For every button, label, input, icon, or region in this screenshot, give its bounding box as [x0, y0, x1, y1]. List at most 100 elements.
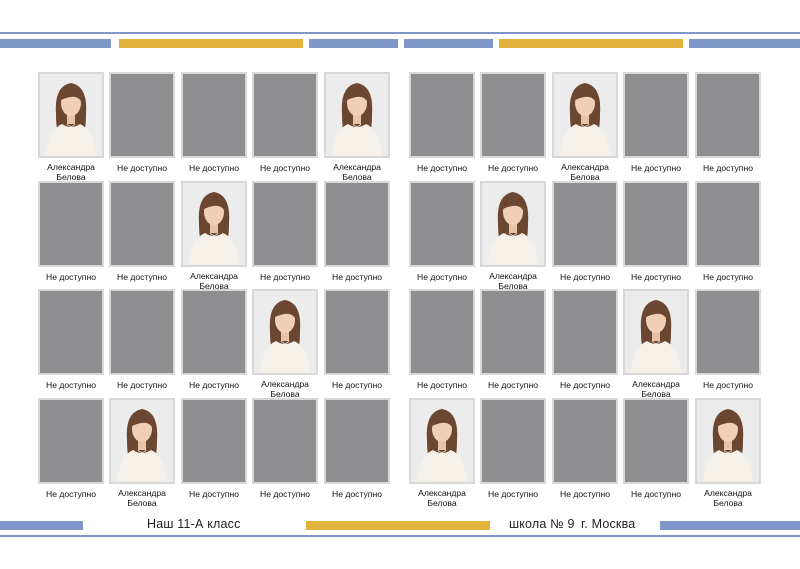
student-photo — [409, 398, 475, 484]
unavailable-label: Не доступно — [260, 272, 310, 282]
student-card: Александра Белова — [38, 72, 104, 182]
student-photo — [252, 289, 318, 375]
unavailable-card: Не доступно — [252, 181, 318, 283]
unavailable-card: Не доступно — [623, 398, 689, 500]
unavailable-label: Не доступно — [417, 163, 467, 173]
unavailable-card: Не доступно — [552, 289, 618, 391]
unavailable-card: Не доступно — [38, 289, 104, 391]
unavailable-card: Не доступно — [252, 398, 318, 500]
student-photo — [695, 398, 761, 484]
photo-placeholder — [552, 181, 618, 267]
photo-placeholder — [409, 181, 475, 267]
photo-placeholder — [38, 289, 104, 375]
photo-placeholder — [181, 72, 247, 158]
photo-placeholder — [324, 289, 390, 375]
class-title: Наш 11-А класс — [147, 517, 241, 531]
unavailable-card: Не доступно — [695, 289, 761, 391]
photo-placeholder — [695, 289, 761, 375]
student-photo — [480, 181, 546, 267]
unavailable-label: Не доступно — [703, 380, 753, 390]
photo-placeholder — [409, 289, 475, 375]
photo-placeholder — [480, 398, 546, 484]
unavailable-card: Не доступно — [38, 181, 104, 283]
student-card: Александра Белова — [181, 181, 247, 291]
unavailable-card: Не доступно — [623, 72, 689, 174]
photo-placeholder — [480, 289, 546, 375]
student-card: Александра Белова — [252, 289, 318, 399]
student-photo — [38, 72, 104, 158]
unavailable-card: Не доступно — [409, 72, 475, 174]
unavailable-card: Не доступно — [324, 398, 390, 500]
student-name: Александра Белова — [333, 162, 381, 182]
student-name: Александра Белова — [704, 488, 752, 508]
unavailable-card: Не доступно — [324, 289, 390, 391]
unavailable-label: Не доступно — [560, 272, 610, 282]
school-name: школа № 9 — [509, 517, 575, 531]
unavailable-card: Не доступно — [695, 72, 761, 174]
student-name: Александра Белова — [118, 488, 166, 508]
top-bar-gold-1 — [119, 39, 303, 48]
unavailable-card: Не доступно — [695, 181, 761, 283]
student-card: Александра Белова — [109, 398, 175, 508]
unavailable-card: Не доступно — [109, 289, 175, 391]
city-name: г. Москва — [581, 517, 636, 531]
unavailable-label: Не доступно — [488, 489, 538, 499]
unavailable-card: Не доступно — [480, 398, 546, 500]
photo-placeholder — [181, 398, 247, 484]
unavailable-label: Не доступно — [560, 489, 610, 499]
student-name: Александра Белова — [47, 162, 95, 182]
unavailable-label: Не доступно — [46, 380, 96, 390]
photo-placeholder — [409, 72, 475, 158]
unavailable-label: Не доступно — [189, 489, 239, 499]
unavailable-card: Не доступно — [109, 181, 175, 283]
unavailable-label: Не доступно — [189, 163, 239, 173]
unavailable-label: Не доступно — [332, 489, 382, 499]
unavailable-label: Не доступно — [417, 272, 467, 282]
bottom-bar-blue-1 — [0, 521, 83, 530]
photo-placeholder — [38, 181, 104, 267]
student-card: Александра Белова — [623, 289, 689, 399]
photo-placeholder — [324, 398, 390, 484]
unavailable-label: Не доступно — [332, 272, 382, 282]
unavailable-card: Не доступно — [181, 72, 247, 174]
student-name: Александра Белова — [261, 379, 309, 399]
student-photo — [324, 72, 390, 158]
top-bar-blue-3 — [404, 39, 493, 48]
student-photo — [552, 72, 618, 158]
top-bar-blue-1 — [0, 39, 111, 48]
photo-placeholder — [252, 181, 318, 267]
unavailable-label: Не доступно — [703, 272, 753, 282]
student-card: Александра Белова — [409, 398, 475, 508]
unavailable-label: Не доступно — [46, 272, 96, 282]
bottom-bar-gold — [306, 521, 490, 530]
photo-placeholder — [181, 289, 247, 375]
unavailable-label: Не доступно — [560, 380, 610, 390]
unavailable-card: Не доступно — [38, 398, 104, 500]
photo-placeholder — [623, 72, 689, 158]
unavailable-card: Не доступно — [480, 72, 546, 174]
student-card: Александра Белова — [480, 181, 546, 291]
photo-placeholder — [623, 181, 689, 267]
unavailable-card: Не доступно — [252, 72, 318, 174]
unavailable-label: Не доступно — [189, 380, 239, 390]
unavailable-card: Не доступно — [181, 289, 247, 391]
student-photo — [109, 398, 175, 484]
unavailable-label: Не доступно — [260, 163, 310, 173]
student-name: Александра Белова — [418, 488, 466, 508]
bottom-rule — [0, 535, 800, 537]
unavailable-label: Не доступно — [260, 489, 310, 499]
student-card: Александра Белова — [552, 72, 618, 182]
photo-placeholder — [109, 289, 175, 375]
unavailable-card: Не доступно — [109, 72, 175, 174]
photo-placeholder — [623, 398, 689, 484]
top-bar-blue-2 — [309, 39, 398, 48]
unavailable-label: Не доступно — [332, 380, 382, 390]
bottom-bar-blue-2 — [660, 521, 800, 530]
top-bar-blue-4 — [689, 39, 800, 48]
student-photo — [623, 289, 689, 375]
student-photo — [181, 181, 247, 267]
student-name: Александра Белова — [561, 162, 609, 182]
unavailable-card: Не доступно — [181, 398, 247, 500]
photo-placeholder — [252, 72, 318, 158]
unavailable-card: Не доступно — [409, 289, 475, 391]
